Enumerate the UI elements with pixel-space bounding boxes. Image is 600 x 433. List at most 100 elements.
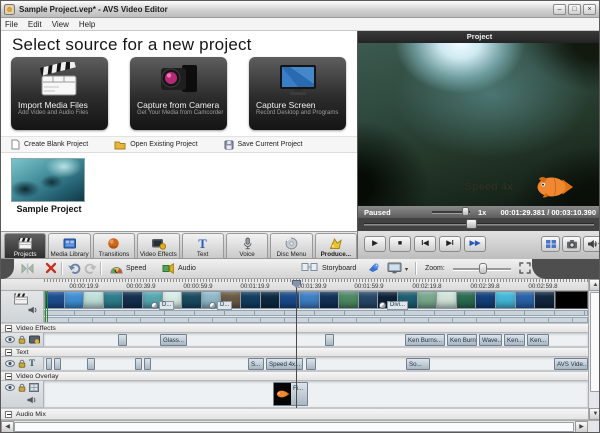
audio-button[interactable]: Audio [159,261,199,276]
timeline-clip[interactable] [87,358,95,370]
video-clip-thumbnail[interactable] [418,292,437,308]
split-button[interactable] [541,236,560,252]
timeline-clip[interactable]: Glass... [160,334,187,346]
timeline-clip[interactable] [325,334,334,346]
speaker-icon[interactable] [28,306,38,314]
capture-screen-button[interactable]: Capture ScreenRecord Desktop and Program… [249,57,346,130]
menu-view[interactable]: View [52,20,69,29]
close-button[interactable]: × [583,4,596,15]
zoom-slider-thumb[interactable] [479,263,487,274]
video-preview[interactable]: Speed 4x [358,43,600,206]
video-clip-thumbnail[interactable] [241,292,260,308]
video-clip-thumbnail[interactable] [300,292,319,308]
video-clip-thumbnail[interactable] [516,292,535,308]
next-frame-button[interactable]: ▶I [439,236,461,252]
timeline-clip[interactable]: Ken Burns... [447,334,477,346]
playback-speed-slider-thumb[interactable] [462,207,469,216]
transition-marker[interactable]: D... [151,301,174,310]
timeline-clip[interactable]: Ken... [527,334,549,346]
split-clip-icon[interactable] [20,262,35,275]
transition-marker[interactable]: D... [209,301,232,310]
import-media-files-button[interactable]: Import Media FilesAdd Video and Audio Fi… [11,57,108,130]
timeline-clip[interactable]: Wave... [479,334,502,346]
overlay-clip[interactable]: Fi... [273,382,308,406]
video-clip-thumbnail[interactable] [104,292,123,308]
timeline-clip[interactable]: Ken... [504,334,525,346]
undo-icon[interactable] [67,262,81,274]
video-audio-strip-1[interactable] [44,310,588,316]
video-clip-thumbnail[interactable] [476,292,495,308]
timeline-clip[interactable]: Speed 4x... [266,358,303,370]
vertical-scroll-thumb[interactable] [590,292,600,392]
tab-video-effects[interactable]: Video Effects [137,233,179,259]
timeline-clip[interactable] [144,358,151,370]
scroll-left-icon[interactable]: ◀ [1,421,14,433]
playhead-line[interactable] [296,288,297,408]
storyboard-button[interactable]: Storyboard [319,261,359,276]
eye-icon[interactable] [5,384,15,391]
horizontal-scroll-thumb[interactable] [14,422,574,432]
screen-view-button[interactable] [387,262,402,274]
collapse-toggle[interactable] [5,349,12,356]
stop-button[interactable]: ■ [389,236,411,252]
text-track[interactable]: S...Speed 4x... So... AVS Vide... [44,357,588,371]
tab-text[interactable]: TText [182,233,224,259]
timeline-clip[interactable]: So... [406,358,430,370]
video-clip-thumbnail[interactable] [123,292,142,308]
speaker-icon[interactable] [27,396,37,404]
create-blank-project-link[interactable]: Create Blank Project [11,139,88,150]
seek-thumb[interactable] [466,219,477,229]
video-clip-thumbnail[interactable] [261,292,280,308]
video-clip-thumbnail[interactable] [535,292,554,308]
open-existing-project-link[interactable]: Open Existing Project [114,140,197,150]
scroll-up-icon[interactable]: ▲ [589,279,600,291]
timeline-clip[interactable]: AVS Vide... [554,358,588,370]
timeline-ruler[interactable]: 00:00:19.900:00:39.900:00:59.900:01:19.9… [1,279,588,291]
tab-media-library[interactable]: Media Library [48,233,90,259]
screen-view-dropdown-arrow[interactable]: ▾ [405,266,408,273]
minimize-button[interactable]: – [553,4,566,15]
narration-icon[interactable] [367,262,380,274]
eye-icon[interactable] [5,336,15,343]
timeline-clip[interactable]: S... [248,358,264,370]
timeline-clip[interactable]: Ken Burns... [405,334,445,346]
video-clip-thumbnail[interactable] [437,292,456,308]
collapse-toggle[interactable] [5,373,12,380]
storyboard-toggle-icon[interactable] [301,262,318,272]
save-current-project-link[interactable]: Save Current Project [224,140,303,150]
video-clip-thumbnail[interactable] [359,292,378,308]
seek-groove[interactable] [364,223,594,226]
tab-produce[interactable]: Produce... [315,233,357,259]
snapshot-button[interactable] [562,236,581,252]
lock-icon[interactable] [18,335,26,344]
video-clip-thumbnail[interactable] [182,292,201,308]
video-effects-track[interactable]: Glass...Ken Burns...Ken Burns...Wave...K… [44,333,588,347]
video-clip-thumbnail[interactable] [496,292,515,308]
delete-icon[interactable] [45,262,57,274]
redo-icon[interactable] [84,262,98,274]
collapse-toggle[interactable] [5,325,12,332]
capture-from-camera-button[interactable]: Capture from CameraGet Your Media from C… [130,57,227,130]
speed-button[interactable]: Speed [107,261,149,276]
eye-icon[interactable] [5,360,15,367]
titlebar[interactable]: Sample Project.vep* - AVS Video Editor –… [1,1,599,18]
play-button[interactable]: ▶ [364,236,386,252]
menu-help[interactable]: Help [79,20,95,29]
video-clip-thumbnail[interactable] [84,292,103,308]
video-clip-thumbnail[interactable] [339,292,358,308]
timeline-clip[interactable] [135,358,142,370]
prev-frame-button[interactable]: I◀ [414,236,436,252]
timeline-clip[interactable] [54,358,61,370]
menu-edit[interactable]: Edit [28,20,42,29]
lock-icon[interactable] [18,359,26,368]
timeline-clip[interactable] [118,334,127,346]
menu-file[interactable]: File [5,20,18,29]
timeline-clip[interactable] [46,358,52,370]
video-clip-thumbnail[interactable] [65,292,84,308]
video-clip-thumbnail[interactable] [320,292,339,308]
seek-bar[interactable] [358,218,600,231]
horizontal-scrollbar[interactable]: ◀ ▶ [1,420,600,433]
video-clip-black[interactable] [555,291,588,309]
video-clip-thumbnail[interactable] [457,292,476,308]
tab-projects[interactable]: Projects [4,233,46,259]
